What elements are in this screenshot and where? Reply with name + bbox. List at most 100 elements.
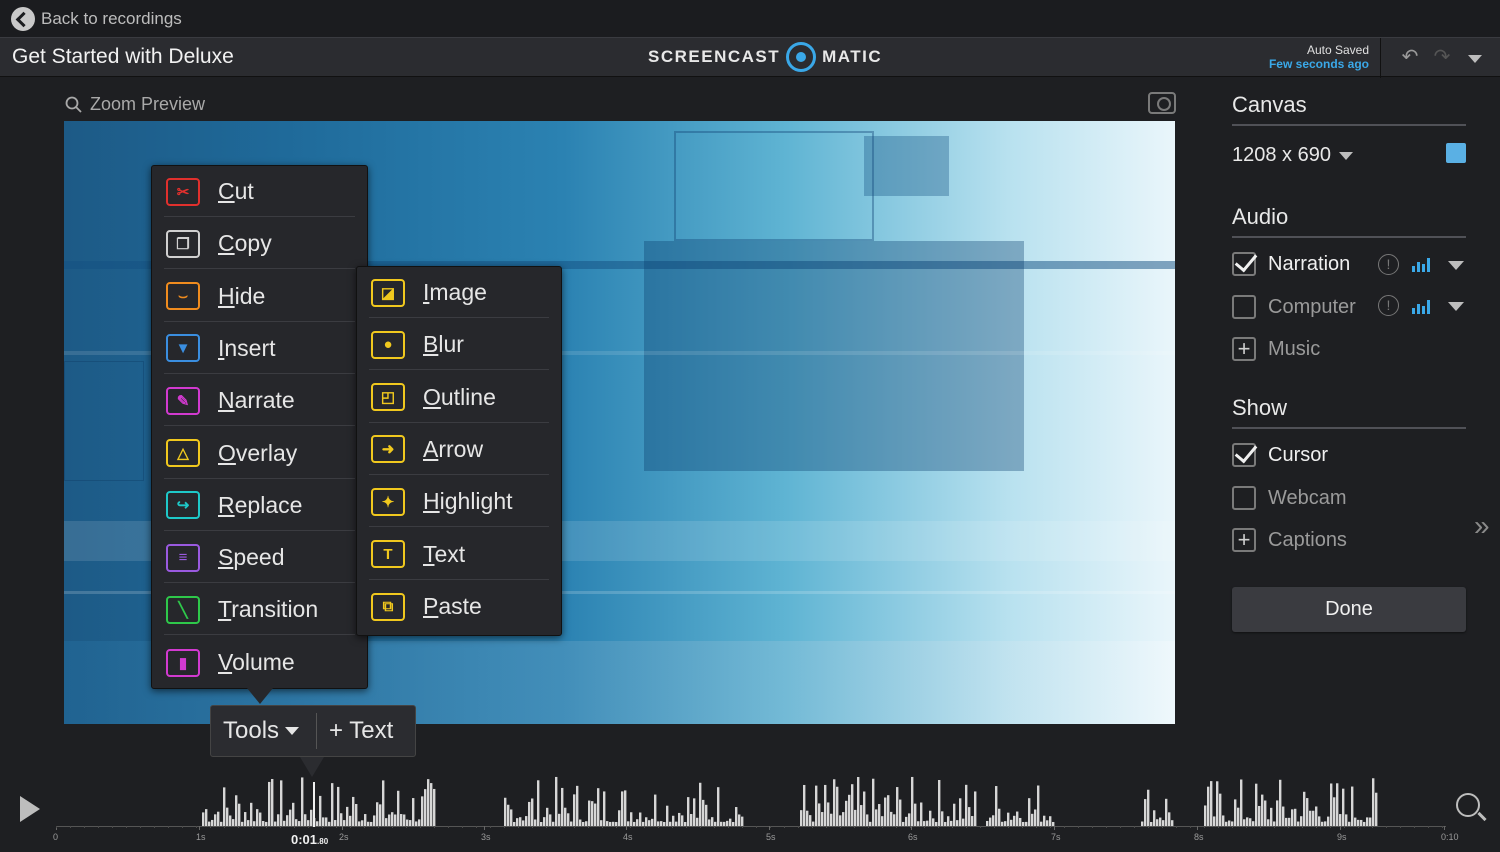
tools-menu-item-narrate[interactable]: ✎ Narrate [164, 376, 355, 427]
undo-icon[interactable]: ↶ [1399, 46, 1421, 68]
overlay-menu-item-image[interactable]: ◪ Image [369, 268, 549, 318]
timeline-tick-label: 4s [623, 832, 633, 842]
add-music-button[interactable]: + Music [1232, 337, 1320, 361]
tools-menu-item-transition[interactable]: ╲ Transition [164, 585, 355, 636]
add-text-button[interactable]: + Text [317, 717, 393, 745]
computer-audio-toggle[interactable]: Computer [1232, 295, 1356, 319]
timeline-minor-tick [756, 826, 757, 828]
timeline-minor-tick [1022, 826, 1023, 828]
timeline-minor-tick [1050, 826, 1051, 828]
camera-snapshot-icon[interactable] [1148, 92, 1176, 114]
copy-icon: ❐ [166, 229, 200, 258]
waveform-bar [603, 791, 606, 826]
timeline-tick-mark [484, 826, 485, 830]
waveform-bar [1354, 817, 1357, 826]
waveform-bar [397, 790, 400, 826]
timeline-minor-tick [84, 826, 85, 828]
tools-menu-item-copy[interactable]: ❐ Copy [164, 219, 355, 270]
timeline-minor-tick [378, 826, 379, 828]
waveform-bar [229, 815, 232, 826]
tools-menu-item-volume[interactable]: ▮ Volume [164, 638, 355, 688]
canvas-color-swatch[interactable] [1446, 143, 1466, 163]
tools-menu-item-hide[interactable]: ⌣ Hide [164, 272, 355, 322]
expand-panel-chevron-icon[interactable]: » [1474, 510, 1490, 542]
overlay-menu-item-paste[interactable]: ⧉ Paste [369, 582, 549, 632]
overlay-menu-item-blur[interactable]: ● Blur [369, 320, 549, 371]
waveform-bar [827, 802, 830, 826]
volume-icon: ▮ [166, 648, 200, 677]
narration-toggle[interactable]: Narration [1232, 252, 1350, 276]
timeline-minor-tick [588, 826, 589, 828]
playhead[interactable] [313, 782, 315, 827]
timeline[interactable]: 0 1s 2s 3s 4s 5s 6s 7s 8s 9s 0:10 [53, 770, 1459, 852]
zoom-preview-button[interactable]: Zoom Preview [65, 94, 205, 115]
cursor-checkbox[interactable] [1232, 443, 1256, 467]
tools-menu-item-cut[interactable]: ✂ Cut [164, 167, 355, 217]
timeline-tick-label: 3s [481, 832, 491, 842]
waveform-bar [842, 812, 845, 826]
transition-icon: ╲ [166, 595, 200, 624]
redo-icon[interactable]: ↷ [1431, 46, 1453, 68]
overlay-menu-item-label: Blur [423, 331, 464, 358]
cursor-toggle[interactable]: Cursor [1232, 443, 1328, 467]
waveform-bar [1049, 816, 1052, 826]
tools-menu-item-speed[interactable]: ≡ Speed [164, 533, 355, 584]
waveform-bar [1207, 786, 1210, 826]
computer-audio-warning-icon[interactable]: ! [1378, 295, 1399, 316]
tools-menu-item-label: Overlay [218, 439, 298, 466]
back-to-recordings-link[interactable]: Back to recordings [11, 7, 182, 31]
waveform-bar [1366, 817, 1369, 826]
tools-menu-item-replace[interactable]: ↪ Replace [164, 481, 355, 531]
waveform-bar [851, 784, 854, 826]
play-button[interactable] [20, 796, 40, 822]
tools-menu-item-overlay[interactable]: △ Overlay [164, 429, 355, 479]
timeline-minor-tick [322, 826, 323, 828]
tools-menu-item-insert[interactable]: ▼ Insert [164, 324, 355, 374]
tools-menu-item-label: Narrate [218, 387, 295, 414]
canvas-size-dropdown[interactable]: 1208 x 690 [1232, 144, 1353, 167]
submenu-pointer [336, 441, 356, 465]
webcam-toggle[interactable]: Webcam [1232, 486, 1347, 510]
waveform-bar [591, 801, 594, 826]
narration-checkbox[interactable] [1232, 252, 1256, 276]
done-button[interactable]: Done [1232, 587, 1466, 632]
timeline-zoom-icon[interactable] [1456, 793, 1480, 817]
computer-audio-checkbox[interactable] [1232, 295, 1256, 319]
timeline-tick-label: 7s [1051, 832, 1061, 842]
waveform-bar [911, 776, 914, 826]
tools-dropdown-button[interactable]: Tools [211, 717, 316, 745]
computer-audio-dropdown-chevron-icon[interactable] [1448, 302, 1464, 311]
narration-dropdown-chevron-icon[interactable] [1448, 261, 1464, 270]
waveform-bar [1327, 816, 1330, 826]
timeline-minor-tick [350, 826, 351, 828]
waveform-bar [1246, 817, 1249, 826]
timeline-minor-tick [294, 826, 295, 828]
overlay-menu-item-text[interactable]: T Text [369, 530, 549, 580]
waveform-bar [914, 803, 917, 826]
waveform-bar [1342, 788, 1345, 826]
webcam-checkbox[interactable] [1232, 486, 1256, 510]
timeline-minor-tick [1372, 826, 1373, 828]
text-icon: T [371, 540, 405, 568]
waveform-bar [717, 787, 720, 826]
waveform-bar [537, 780, 540, 826]
waveform-bar [325, 817, 328, 826]
waveform-bar [424, 789, 427, 826]
more-menu-chevron-icon[interactable] [1464, 46, 1486, 68]
overlay-menu-item-outline[interactable]: ◰ Outline [369, 373, 549, 423]
waveform-bar [1351, 786, 1354, 826]
timeline-minor-tick [574, 826, 575, 828]
waveform-bar [803, 784, 806, 826]
waveform-bar [430, 783, 433, 826]
waveform-bar [1204, 805, 1207, 826]
narration-warning-icon[interactable]: ! [1378, 254, 1399, 275]
narration-label: Narration [1268, 252, 1351, 275]
timeline-minor-tick [1106, 826, 1107, 828]
add-captions-button[interactable]: + Captions [1232, 528, 1347, 552]
current-time-fraction: .80 [317, 837, 329, 846]
overlay-menu-item-arrow[interactable]: ➜ Arrow [369, 425, 549, 475]
timeline-minor-tick [854, 826, 855, 828]
music-label: Music [1268, 337, 1321, 360]
overlay-menu-item-highlight[interactable]: ✦ Highlight [369, 477, 549, 528]
timeline-tick-mark [1340, 826, 1341, 830]
